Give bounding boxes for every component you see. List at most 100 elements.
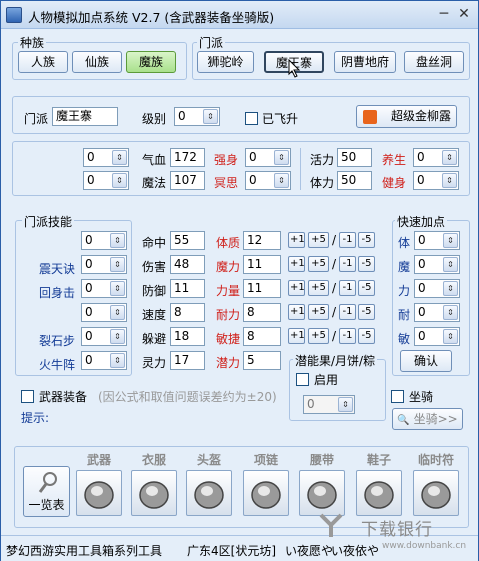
quick-spinner-4[interactable]: 0 ⇕ (414, 303, 460, 322)
equipment-slot[interactable] (76, 470, 122, 516)
spinner-icon[interactable]: ⇕ (110, 305, 125, 320)
overview-button[interactable]: 一览表 (23, 466, 70, 517)
stat-field[interactable]: 48 (170, 255, 205, 274)
attr-adjust-button[interactable]: -5 (358, 232, 375, 248)
attr-adjust-button[interactable]: +1 (288, 304, 305, 320)
spinner-icon[interactable]: ⇕ (112, 150, 127, 165)
left-spinner-1[interactable]: 0 ⇕ (83, 148, 129, 167)
spinner-icon[interactable]: ⇕ (110, 257, 125, 272)
attr-adjust-button[interactable]: +5 (308, 304, 329, 320)
sect-shituoling-button[interactable]: 狮驼岭 (197, 51, 254, 73)
title-bar[interactable]: 人物模拟加点系统 V2.7 (含武器装备坐骑版) ─ ✕ (1, 1, 478, 29)
sect-skill-spinner-4[interactable]: 0 ⇕ (81, 303, 127, 322)
potential-fruit-spinner[interactable]: 0 ⇕ (303, 395, 355, 414)
attr-adjust-button[interactable]: +1 (288, 232, 305, 248)
equipment-slot[interactable] (356, 470, 402, 516)
spinner-icon[interactable]: ⇕ (110, 281, 125, 296)
stat-field[interactable]: 17 (170, 351, 205, 370)
potential-fruit-checkbox[interactable] (296, 373, 309, 386)
spinner-icon[interactable]: ⇕ (442, 150, 457, 165)
attr-adjust-button[interactable]: +5 (308, 280, 329, 296)
attr-adjust-button[interactable]: -1 (339, 304, 356, 320)
yangsheng-label: 养生 (382, 153, 407, 167)
attr-adjust-button[interactable]: -5 (358, 304, 375, 320)
quick-spinner-3[interactable]: 0 ⇕ (414, 279, 460, 298)
attr-adjust-button[interactable]: +1 (288, 280, 305, 296)
yangsheng-spinner[interactable]: 0 ⇕ (413, 148, 459, 167)
equipment-slot[interactable] (131, 470, 177, 516)
sect-yincaodifu-button[interactable]: 阴曹地府 (334, 51, 396, 73)
stat-field[interactable]: 18 (170, 327, 205, 346)
attr-adjust-button[interactable]: -1 (339, 280, 356, 296)
quick-spinner-5[interactable]: 0 ⇕ (414, 327, 460, 346)
spinner-icon[interactable]: ⇕ (274, 173, 289, 188)
level-spinner[interactable]: 0 ⇕ (174, 107, 220, 126)
sect-skill-spinner-1[interactable]: 0 ⇕ (81, 231, 127, 250)
attr-field[interactable]: 12 (243, 231, 281, 250)
qiangshen-spinner[interactable]: 0 ⇕ (245, 148, 291, 167)
fali-field[interactable]: 107 (170, 171, 205, 190)
mount-checkbox[interactable] (391, 390, 404, 403)
race-immortal-button[interactable]: 仙族 (72, 51, 122, 73)
mount-button[interactable]: 🔍 坐骑>> (392, 408, 463, 430)
attr-field[interactable]: 8 (243, 303, 281, 322)
jianshen-spinner[interactable]: 0 ⇕ (413, 171, 459, 190)
spinner-icon[interactable]: ⇕ (274, 150, 289, 165)
sect-field[interactable]: 魔王寨 (52, 107, 118, 126)
stat-field[interactable]: 8 (170, 303, 205, 322)
sect-skill-spinner-5[interactable]: 0 ⇕ (81, 327, 127, 346)
equipment-slot[interactable] (243, 470, 289, 516)
equipment-slot[interactable] (186, 470, 232, 516)
attr-adjust-button[interactable]: -5 (358, 256, 375, 272)
attr-field[interactable]: 5 (243, 351, 281, 370)
huoli-field[interactable]: 50 (337, 148, 372, 167)
attr-adjust-button[interactable]: +1 (288, 256, 305, 272)
quick-spinner-1[interactable]: 0 ⇕ (414, 231, 460, 250)
spinner-icon[interactable]: ⇕ (443, 281, 458, 296)
sect-skill-spinner-6[interactable]: 0 ⇕ (81, 351, 127, 370)
quick-confirm-button[interactable]: 确认 (400, 350, 452, 372)
race-demon-button[interactable]: 魔族 (126, 51, 176, 73)
stat-field[interactable]: 11 (170, 279, 205, 298)
sect-skill-spinner-3[interactable]: 0 ⇕ (81, 279, 127, 298)
attr-adjust-button[interactable]: -1 (339, 328, 356, 344)
attr-adjust-button[interactable]: +5 (308, 232, 329, 248)
minimize-button[interactable]: ─ (437, 7, 451, 21)
spinner-icon[interactable]: ⇕ (443, 233, 458, 248)
attr-field[interactable]: 11 (243, 255, 281, 274)
spinner-icon[interactable]: ⇕ (110, 353, 125, 368)
attr-adjust-button[interactable]: -5 (358, 280, 375, 296)
spinner-icon[interactable]: ⇕ (338, 397, 353, 412)
spinner-icon[interactable]: ⇕ (203, 109, 218, 124)
golden-willow-button[interactable]: 超级金柳露 (356, 105, 457, 128)
flying-checkbox[interactable] (245, 112, 258, 125)
attr-adjust-button[interactable]: +5 (308, 328, 329, 344)
spinner-icon[interactable]: ⇕ (110, 329, 125, 344)
attr-adjust-button[interactable]: -5 (358, 328, 375, 344)
close-button[interactable]: ✕ (457, 7, 471, 21)
qixue-field[interactable]: 172 (170, 148, 205, 167)
weapon-checkbox[interactable] (21, 390, 34, 403)
attr-field[interactable]: 8 (243, 327, 281, 346)
spinner-icon[interactable]: ⇕ (110, 233, 125, 248)
spinner-icon[interactable]: ⇕ (443, 329, 458, 344)
mingsi-spinner[interactable]: 0 ⇕ (245, 171, 291, 190)
equipment-slot[interactable] (299, 470, 345, 516)
attr-adjust-button[interactable]: +1 (288, 328, 305, 344)
sect-pansidong-button[interactable]: 盘丝洞 (404, 51, 464, 73)
race-human-button[interactable]: 人族 (18, 51, 68, 73)
spinner-icon[interactable]: ⇕ (443, 257, 458, 272)
tili-field[interactable]: 50 (337, 171, 372, 190)
attr-field[interactable]: 11 (243, 279, 281, 298)
spinner-icon[interactable]: ⇕ (442, 173, 457, 188)
stat-field[interactable]: 55 (170, 231, 205, 250)
spinner-icon[interactable]: ⇕ (443, 305, 458, 320)
attr-adjust-button[interactable]: +5 (308, 256, 329, 272)
sect-skill-spinner-2[interactable]: 0 ⇕ (81, 255, 127, 274)
left-spinner-2[interactable]: 0 ⇕ (83, 171, 129, 190)
attr-adjust-button[interactable]: -1 (339, 256, 356, 272)
quick-spinner-2[interactable]: 0 ⇕ (414, 255, 460, 274)
attr-adjust-button[interactable]: -1 (339, 232, 356, 248)
equipment-slot[interactable] (413, 470, 459, 516)
spinner-icon[interactable]: ⇕ (112, 173, 127, 188)
